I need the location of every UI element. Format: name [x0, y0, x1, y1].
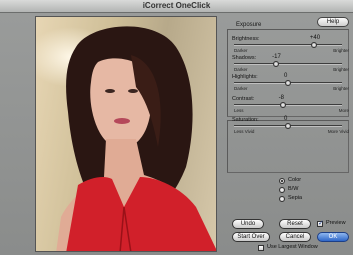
title-bar[interactable]: iCorrect OneClick [0, 0, 353, 13]
reset-button[interactable]: Reset [279, 219, 311, 229]
saturation-value: 0 [284, 116, 288, 122]
contrast-min-label: Less [234, 108, 244, 113]
portrait-image [56, 26, 216, 251]
saturation-max-label: More Vivid [327, 129, 349, 134]
window-title: iCorrect OneClick [142, 1, 211, 10]
shadows-label: Shadows: [232, 55, 257, 61]
shadows-max-label: Brighter [333, 67, 349, 72]
shadows-min-label: Darker [234, 67, 248, 72]
shadows-value: -17 [272, 54, 281, 60]
start-over-button[interactable]: Start Over [232, 232, 270, 242]
app-window: iCorrect OneClick Exposure Help Brightne [0, 0, 353, 255]
contrast-max-label: More [338, 108, 349, 113]
radio-label: B/W [288, 186, 299, 192]
largest-window-label: Use Largest Window [267, 244, 318, 250]
highlights-max-label: Brighter [333, 86, 349, 91]
radio-button[interactable] [279, 187, 285, 193]
exposure-label: Exposure [236, 22, 262, 28]
radio-button[interactable] [279, 178, 285, 184]
saturation-min-label: Less Vivid [234, 129, 255, 134]
contrast-slider-thumb[interactable] [279, 102, 286, 108]
contrast-label: Contrast: [232, 96, 255, 102]
help-button[interactable]: Help [317, 17, 349, 27]
cancel-button[interactable]: Cancel [279, 232, 311, 242]
radio-label: Sepia [288, 195, 303, 201]
brightness-label: Brightness: [232, 36, 260, 42]
brightness-min-label: Darker [234, 48, 248, 53]
saturation-slider-thumb[interactable] [285, 123, 291, 129]
brightness-max-label: Brighter [333, 48, 349, 53]
contrast-value: -8 [278, 95, 284, 101]
adjustments-panel: Exposure Help Brightness: +40 Darker Bright… [222, 16, 353, 255]
radio-button[interactable] [279, 196, 285, 202]
highlights-slider-thumb[interactable] [285, 80, 291, 86]
contrast-slider-track[interactable] [234, 104, 342, 106]
highlights-min-label: Darker [234, 86, 248, 91]
photo-preview [35, 16, 217, 252]
largest-window-checkbox[interactable] [258, 245, 264, 251]
brightness-slider-thumb[interactable] [310, 42, 317, 48]
brightness-value: +40 [309, 35, 321, 41]
shadows-slider-track[interactable] [234, 63, 342, 65]
highlights-label: Highlights: [232, 74, 258, 80]
preview-checkbox[interactable] [317, 219, 324, 227]
highlights-value: 0 [284, 73, 288, 79]
brightness-slider-track[interactable] [234, 44, 342, 46]
ok-button[interactable]: OK [317, 232, 349, 242]
saturation-label: Saturation: [232, 117, 259, 123]
radio-label: Color [288, 177, 302, 183]
undo-button[interactable]: Undo [232, 219, 264, 229]
preview-label: Preview [326, 220, 346, 226]
